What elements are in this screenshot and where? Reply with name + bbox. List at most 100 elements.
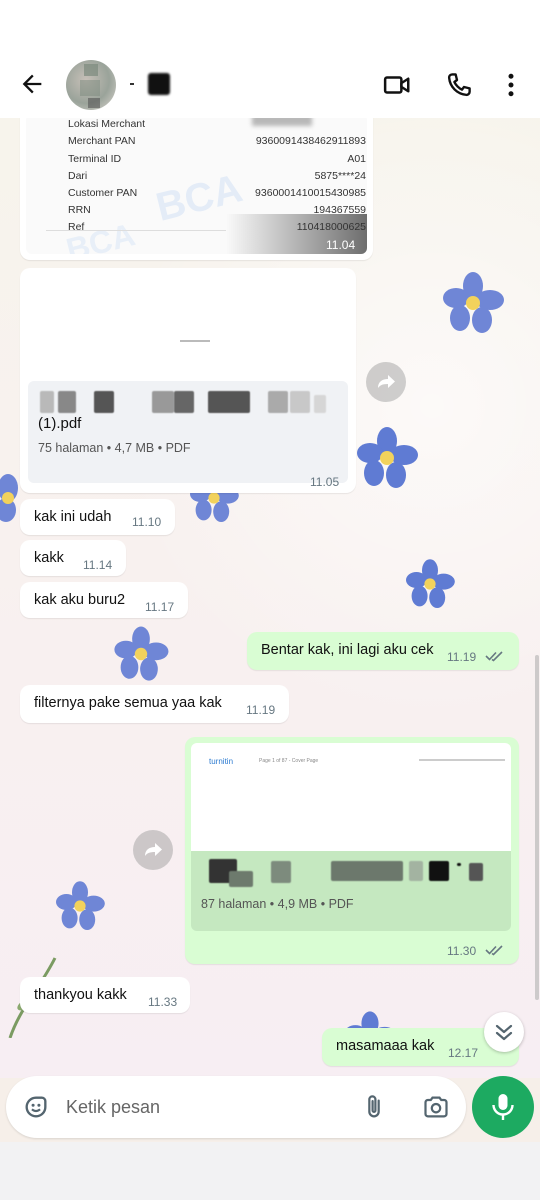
contact-name-redacted[interactable] [130, 70, 170, 98]
flower-decoration [56, 881, 105, 930]
receipt-row: Merchant PAN 9360091438462911893 [68, 135, 366, 147]
receipt-row: Lokasi Merchant [68, 118, 366, 130]
receipt-row: Terminal ID A01 [68, 153, 366, 165]
turnitin-logo: turnitin [209, 757, 234, 766]
microphone-icon [492, 1094, 514, 1120]
incoming-message[interactable]: filternya pake semua yaa kak 11.19 [20, 685, 289, 723]
forward-button[interactable] [133, 830, 173, 870]
read-ticks-icon [485, 651, 503, 662]
flower-decoration [114, 626, 169, 681]
receipt-value: 9360001410015430985 [255, 187, 366, 199]
message-text: kak ini udah [34, 509, 112, 525]
redacted-filename [229, 871, 253, 887]
pdf-preview-header: Page 1 of 87 - Cover Page [259, 758, 319, 764]
pdf-filename: (1).pdf [38, 415, 82, 432]
receipt-value: 9360091438462911893 [255, 135, 366, 147]
redacted-filename [429, 861, 449, 881]
chat-area[interactable]: BCA BCA Lokasi Merchant Merchant PAN 93600… [0, 118, 540, 1078]
scroll-to-bottom-button[interactable] [484, 1012, 524, 1052]
pdf-preview: turnitin Page 1 of 87 - Cover Page [191, 743, 511, 851]
redacted-filename [40, 391, 54, 413]
camera-icon[interactable] [422, 1093, 450, 1121]
redacted-filename [94, 391, 114, 413]
receipt-value: 110418000625 [296, 221, 366, 233]
redacted-filename [271, 861, 291, 883]
flower-decoration [443, 272, 504, 333]
forward-icon [378, 375, 395, 388]
message-time: 11.30 [447, 944, 477, 958]
preview-line [180, 340, 210, 342]
receipt-label: Merchant PAN [68, 135, 136, 147]
receipt-label: Terminal ID [68, 153, 122, 165]
redacted-filename [457, 863, 461, 866]
pdf-preview [28, 276, 348, 386]
message-time: 11.33 [148, 995, 178, 1009]
flower-decoration [406, 559, 455, 608]
back-arrow-icon[interactable] [18, 70, 46, 98]
message-time: 11.05 [310, 475, 340, 489]
redacted-filename [469, 863, 483, 881]
pdf-meta: 75 halaman • 4,7 MB • PDF [38, 441, 191, 455]
receipt-image-message[interactable]: BCA BCA Lokasi Merchant Merchant PAN 93600… [20, 118, 373, 260]
receipt-label: Lokasi Merchant [68, 118, 146, 130]
message-time: 11.17 [145, 600, 175, 614]
message-text: Bentar kak, ini lagi aku cek [261, 642, 434, 658]
message-text: kak aku buru2 [34, 592, 126, 608]
preview-line [419, 759, 505, 761]
incoming-message[interactable]: kak aku buru2 11.17 [20, 582, 188, 618]
sticker-emoji-icon[interactable] [22, 1093, 50, 1121]
redacted-filename [208, 391, 250, 413]
pdf-info-bar[interactable]: 87 halaman • 4,9 MB • PDF [191, 851, 511, 931]
pdf-document-message[interactable]: (1).pdf 75 halaman • 4,7 MB • PDF 11.05 [20, 268, 356, 493]
incoming-message[interactable]: kak ini udah 11.10 [20, 499, 175, 535]
receipt-label: RRN [68, 204, 91, 216]
read-ticks-icon [485, 945, 503, 956]
forward-icon [145, 843, 162, 856]
receipt-row: RRN 194367559 [68, 204, 366, 216]
redacted-filename [58, 391, 76, 413]
message-composer [6, 1076, 466, 1138]
receipt-value: 5875****24 [314, 170, 366, 182]
pdf-info-bar[interactable]: (1).pdf 75 halaman • 4,7 MB • PDF [28, 381, 348, 483]
message-time: 12.17 [448, 1046, 479, 1060]
redacted-filename [152, 391, 174, 413]
message-text: filternya pake semua yaa kak [34, 695, 222, 711]
double-chevron-down-icon [495, 1024, 513, 1041]
video-camera-icon[interactable] [382, 70, 412, 100]
paperclip-icon[interactable] [360, 1093, 388, 1121]
incoming-message[interactable]: kakk 11.14 [20, 540, 126, 576]
status-bar [0, 0, 540, 50]
more-vertical-icon[interactable] [496, 70, 526, 100]
receipt-row: Dari 5875****24 [68, 170, 366, 182]
contact-avatar[interactable] [66, 60, 116, 110]
receipt-value: A01 [347, 153, 366, 165]
message-time: 11.04 [326, 238, 356, 252]
forward-button[interactable] [366, 362, 406, 402]
pdf-meta: 87 halaman • 4,9 MB • PDF [201, 897, 354, 911]
incoming-message[interactable]: thankyou kakk 11.33 [20, 977, 190, 1013]
message-text: masamaaa kak [336, 1038, 435, 1054]
receipt-row: Customer PAN 9360001410015430985 [68, 187, 366, 199]
message-text: thankyou kakk [34, 987, 127, 1003]
message-time: 11.19 [246, 703, 276, 717]
redacted-filename [314, 395, 326, 413]
receipt-value: 194367559 [313, 204, 366, 216]
redacted-filename [268, 391, 288, 413]
message-time: 11.14 [83, 558, 113, 572]
flower-decoration [357, 427, 418, 488]
outgoing-message[interactable]: Bentar kak, ini lagi aku cek 11.19 [247, 632, 519, 670]
scrollbar[interactable] [535, 655, 539, 1000]
pdf-document-message[interactable]: turnitin Page 1 of 87 - Cover Page 87 ha… [185, 737, 519, 964]
message-text: kakk [34, 550, 64, 566]
phone-icon[interactable] [444, 70, 474, 100]
redacted-filename [331, 861, 403, 881]
redacted-filename [409, 861, 423, 881]
redacted-filename [174, 391, 194, 413]
receipt-label: Dari [68, 170, 88, 182]
receipt-label: Ref [68, 221, 85, 233]
receipt-label: Customer PAN [68, 187, 138, 199]
system-navigation-bar [0, 1142, 540, 1200]
message-input[interactable] [66, 1092, 346, 1122]
microphone-button[interactable] [472, 1076, 534, 1138]
message-time: 11.19 [447, 650, 477, 664]
